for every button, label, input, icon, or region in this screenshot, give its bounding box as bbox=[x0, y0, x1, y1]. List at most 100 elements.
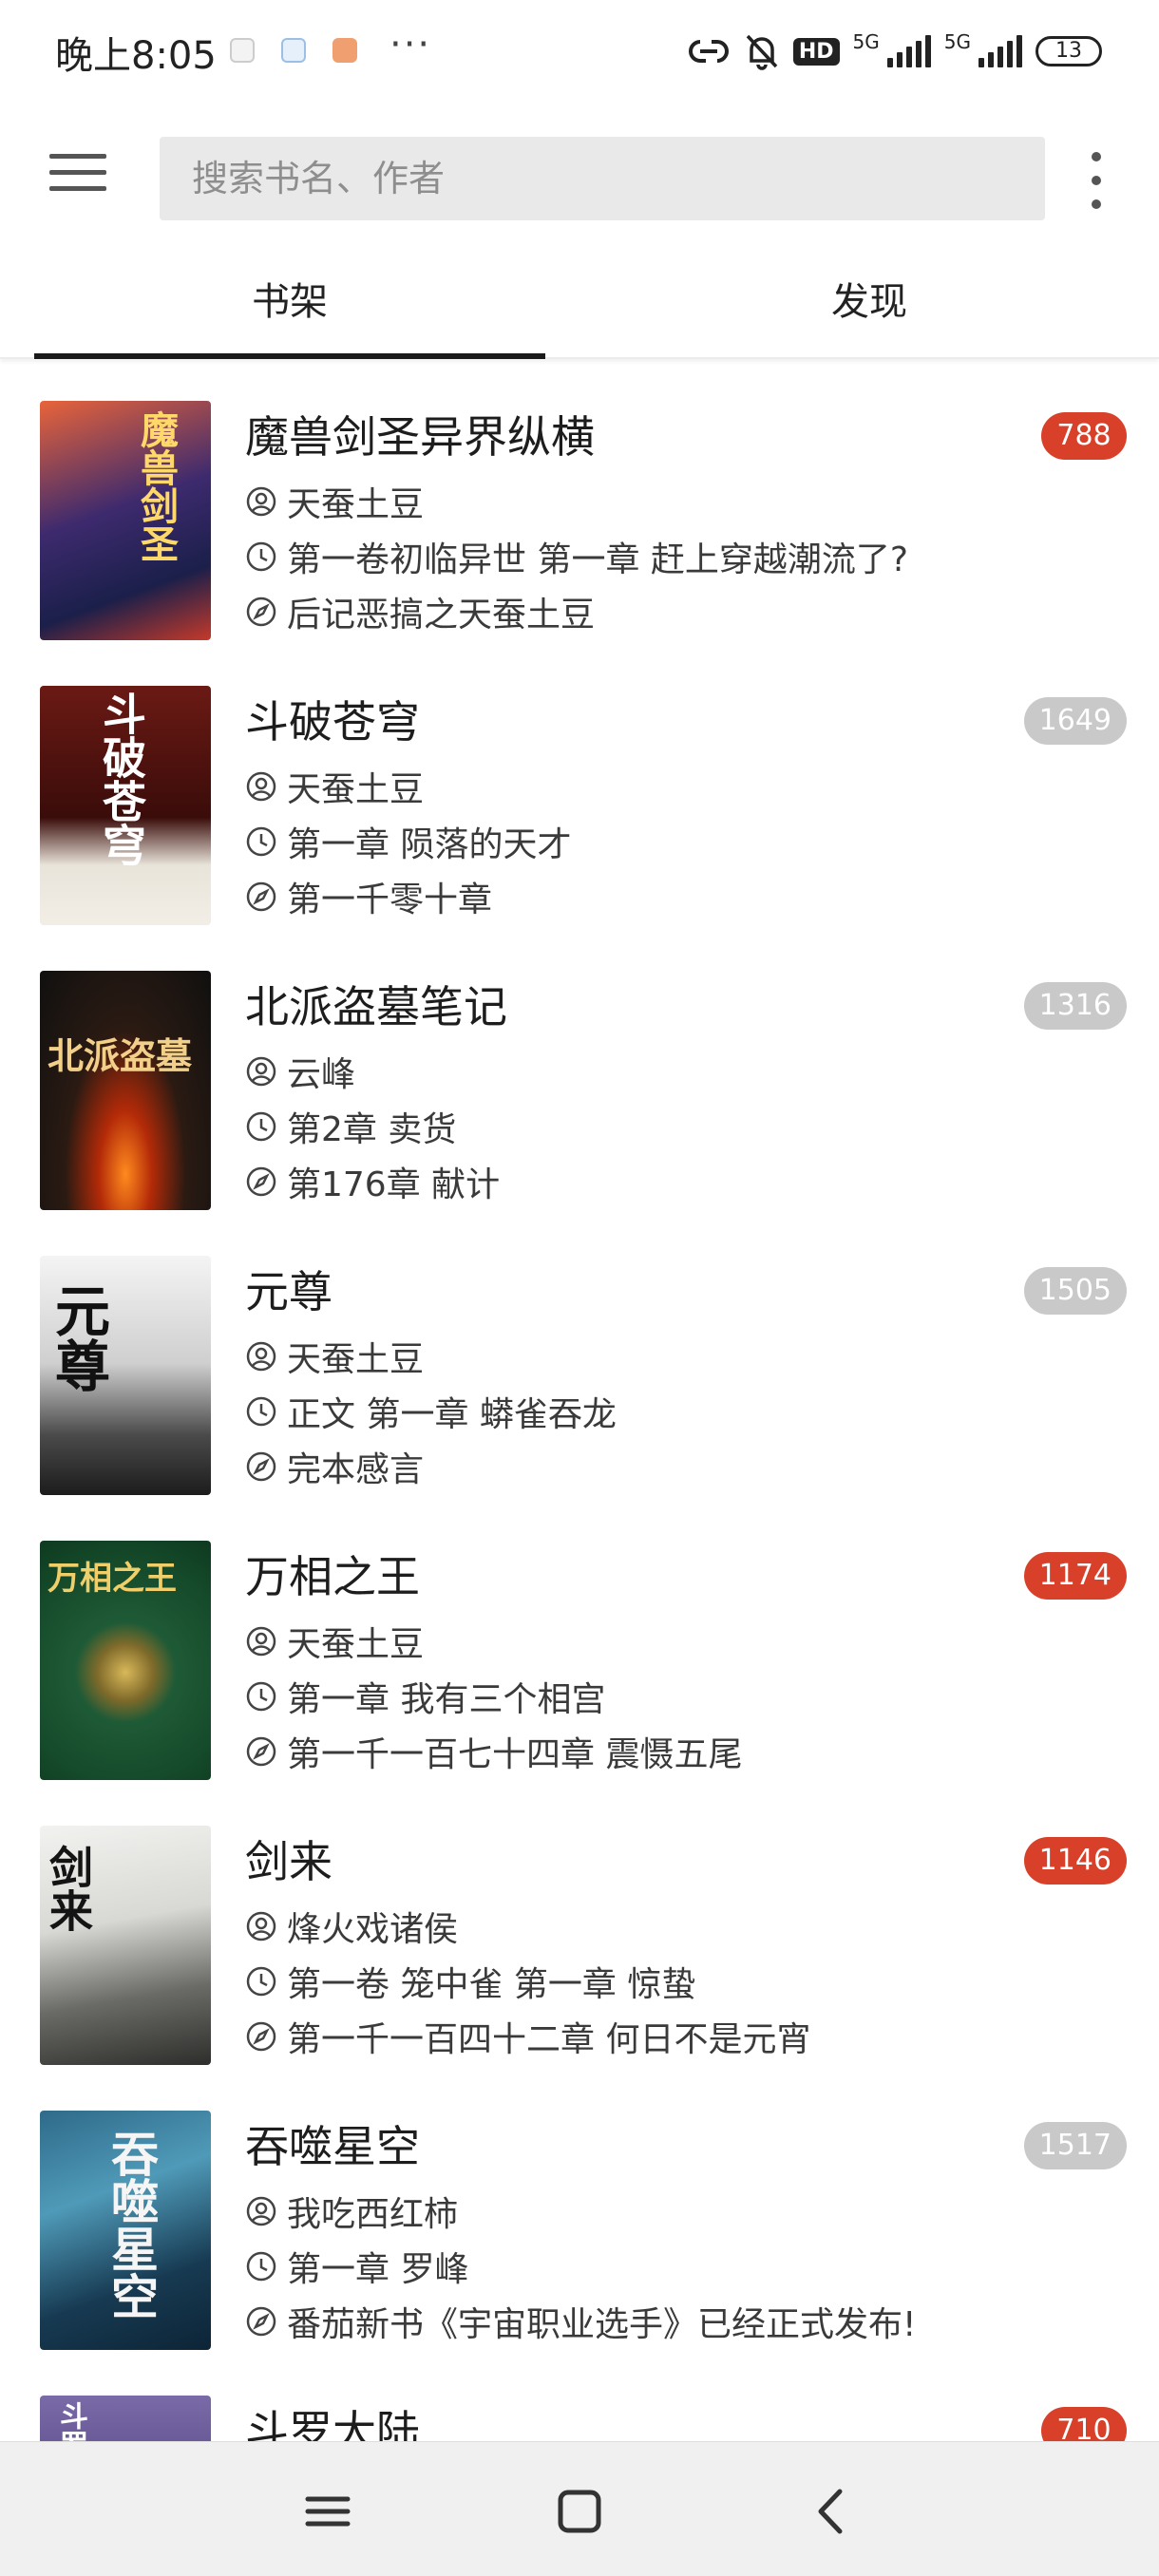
list-item[interactable]: 斗破苍穹 斗破苍穹 天蚕土豆 第一章 陨落的天才 第一千零十章 1649 bbox=[0, 646, 1159, 931]
more-vertical-icon[interactable] bbox=[1089, 152, 1104, 209]
cover-title: 斗破苍穹 bbox=[96, 691, 147, 866]
author-text: 天蚕土豆 bbox=[287, 1340, 425, 1379]
book-latest-chapter: 第一千一百四十二章 何日不是元宵 bbox=[245, 2012, 810, 2061]
book-cover: 万相之王 bbox=[40, 1541, 211, 1780]
book-list[interactable]: 魔兽剑圣 魔兽剑圣异界纵横 天蚕土豆 第一卷初临异世 第一章 赶上穿越潮流了? … bbox=[0, 361, 1159, 2441]
author-text: 烽火戏诸侯 bbox=[287, 1910, 459, 1949]
book-title: 万相之王 bbox=[245, 1551, 420, 1602]
author-text: 我吃西红柿 bbox=[287, 2195, 459, 2234]
network-label-2: 5G bbox=[943, 30, 971, 53]
list-item[interactable]: 北派盗墓 北派盗墓笔记 云峰 第2章 卖货 第176章 献计 1316 bbox=[0, 931, 1159, 1216]
book-last-read: 第2章 卖货 bbox=[245, 1102, 456, 1151]
book-cover: 魔兽剑圣 bbox=[40, 401, 211, 640]
book-cover: 斗破苍穹 bbox=[40, 686, 211, 925]
latest-chapter-text: 后记恶搞之天蚕土豆 bbox=[287, 596, 596, 635]
book-title: 斗破苍穹 bbox=[245, 696, 420, 748]
latest-chapter-text: 第一千零十章 bbox=[287, 881, 493, 919]
clock-icon bbox=[246, 1966, 276, 1997]
person-circle-icon bbox=[246, 1341, 276, 1372]
person-circle-icon bbox=[246, 1056, 276, 1087]
person-circle-icon bbox=[246, 2196, 276, 2226]
unread-count-badge: 1517 bbox=[1023, 2122, 1127, 2169]
unread-count-badge: 1505 bbox=[1023, 1267, 1127, 1315]
list-item[interactable]: 吞噬星空 吞噬星空 我吃西红柿 第一章 罗峰 番茄新书《宇宙职业选手》已经正式发… bbox=[0, 2071, 1159, 2356]
book-cover: 斗罗 bbox=[40, 2396, 211, 2441]
hd-badge: HD bbox=[792, 37, 840, 66]
recent-apps-icon[interactable] bbox=[294, 2478, 361, 2545]
book-author: 天蚕土豆 bbox=[245, 477, 424, 526]
unread-count-badge: 710 bbox=[1041, 2407, 1127, 2441]
more-notifications-icon: ··· bbox=[390, 23, 432, 66]
unread-count-badge: 1146 bbox=[1023, 1837, 1127, 1885]
app-notification-icon bbox=[332, 38, 357, 63]
book-last-read: 第一卷 笼中雀 第一章 惊蛰 bbox=[245, 1957, 695, 2006]
person-circle-icon bbox=[246, 1626, 276, 1657]
last-read-text: 第2章 卖货 bbox=[287, 1110, 457, 1149]
latest-chapter-text: 第176章 献计 bbox=[287, 1165, 501, 1204]
clock-icon bbox=[246, 826, 276, 857]
book-cover: 北派盗墓 bbox=[40, 971, 211, 1210]
last-read-text: 第一章 我有三个相宫 bbox=[287, 1680, 606, 1719]
book-latest-chapter: 第176章 献计 bbox=[245, 1157, 500, 1206]
tab-indicator bbox=[34, 353, 545, 359]
network-label-1: 5G bbox=[852, 30, 880, 53]
bell-off-icon bbox=[746, 34, 778, 70]
browser-notification-icon bbox=[281, 38, 306, 63]
link-icon bbox=[688, 40, 729, 63]
cover-title: 剑来 bbox=[43, 1845, 94, 1932]
app-bar: 搜索书名、作者 bbox=[0, 104, 1159, 247]
book-title: 剑来 bbox=[245, 1836, 332, 1887]
latest-chapter-text: 第一千一百七十四章 震慑五尾 bbox=[287, 1735, 743, 1774]
clock-icon bbox=[246, 1681, 276, 1712]
book-author: 我吃西红柿 bbox=[245, 2187, 458, 2236]
list-item[interactable]: 元尊 元尊 天蚕土豆 正文 第一章 蟒雀吞龙 完本感言 1505 bbox=[0, 1216, 1159, 1501]
list-item[interactable]: 斗罗 斗罗大陆 710 bbox=[0, 2356, 1159, 2441]
signal-icon bbox=[886, 35, 931, 67]
status-indicators: HD 5G 5G 13 bbox=[687, 30, 1102, 72]
book-cover: 剑来 bbox=[40, 1826, 211, 2065]
cover-title: 万相之王 bbox=[48, 1560, 177, 1598]
person-circle-icon bbox=[246, 486, 276, 517]
cover-title: 元尊 bbox=[46, 1282, 110, 1392]
book-latest-chapter: 第一千一百七十四章 震慑五尾 bbox=[245, 1727, 742, 1776]
book-cover: 吞噬星空 bbox=[40, 2111, 211, 2350]
compass-icon bbox=[246, 881, 276, 912]
book-title: 斗罗大陆 bbox=[245, 2406, 420, 2441]
person-circle-icon bbox=[246, 771, 276, 802]
hamburger-icon[interactable] bbox=[49, 154, 106, 196]
list-item[interactable]: 万相之王 万相之王 天蚕土豆 第一章 我有三个相宫 第一千一百七十四章 震慑五尾… bbox=[0, 1501, 1159, 1786]
cover-title: 北派盗墓 bbox=[48, 1034, 193, 1077]
home-icon[interactable] bbox=[546, 2478, 613, 2545]
tab-discover[interactable]: 发现 bbox=[580, 247, 1159, 359]
latest-chapter-text: 番茄新书《宇宙职业选手》已经正式发布! bbox=[287, 2305, 917, 2344]
unread-count-badge: 1649 bbox=[1023, 697, 1127, 745]
cover-title: 斗罗 bbox=[54, 2401, 87, 2441]
book-author: 云峰 bbox=[245, 1047, 355, 1096]
last-read-text: 第一卷 笼中雀 第一章 惊蛰 bbox=[287, 1965, 696, 2004]
book-latest-chapter: 番茄新书《宇宙职业选手》已经正式发布! bbox=[245, 2297, 916, 2346]
signal-icon bbox=[978, 35, 1022, 67]
compass-icon bbox=[246, 2021, 276, 2052]
clock-icon bbox=[246, 2251, 276, 2282]
unread-count-badge: 1316 bbox=[1023, 982, 1127, 1030]
list-item[interactable]: 魔兽剑圣 魔兽剑圣异界纵横 天蚕土豆 第一卷初临异世 第一章 赶上穿越潮流了? … bbox=[0, 361, 1159, 646]
back-icon[interactable] bbox=[798, 2478, 864, 2545]
status-bar: 晚上8:05 ··· HD 5G 5G 13 bbox=[0, 0, 1159, 104]
compass-icon bbox=[246, 597, 276, 627]
last-read-text: 正文 第一章 蟒雀吞龙 bbox=[287, 1395, 617, 1434]
book-last-read: 第一卷初临异世 第一章 赶上穿越潮流了? bbox=[245, 532, 908, 581]
person-circle-icon bbox=[246, 1911, 276, 1941]
clock-icon bbox=[246, 1111, 276, 1142]
last-read-text: 第一卷初临异世 第一章 赶上穿越潮流了? bbox=[287, 540, 908, 579]
tab-bookshelf[interactable]: 书架 bbox=[0, 247, 580, 359]
qq-notification-icon bbox=[230, 38, 255, 63]
unread-count-badge: 788 bbox=[1041, 412, 1127, 460]
author-text: 云峰 bbox=[287, 1055, 356, 1094]
clock-icon bbox=[246, 1396, 276, 1427]
book-last-read: 正文 第一章 蟒雀吞龙 bbox=[245, 1387, 617, 1436]
book-title: 魔兽剑圣异界纵横 bbox=[245, 411, 595, 463]
book-title: 元尊 bbox=[245, 1266, 332, 1317]
search-input[interactable]: 搜索书名、作者 bbox=[160, 137, 1045, 220]
system-navigation-bar bbox=[0, 2441, 1159, 2576]
list-item[interactable]: 剑来 剑来 烽火戏诸侯 第一卷 笼中雀 第一章 惊蛰 第一千一百四十二章 何日不… bbox=[0, 1786, 1159, 2071]
